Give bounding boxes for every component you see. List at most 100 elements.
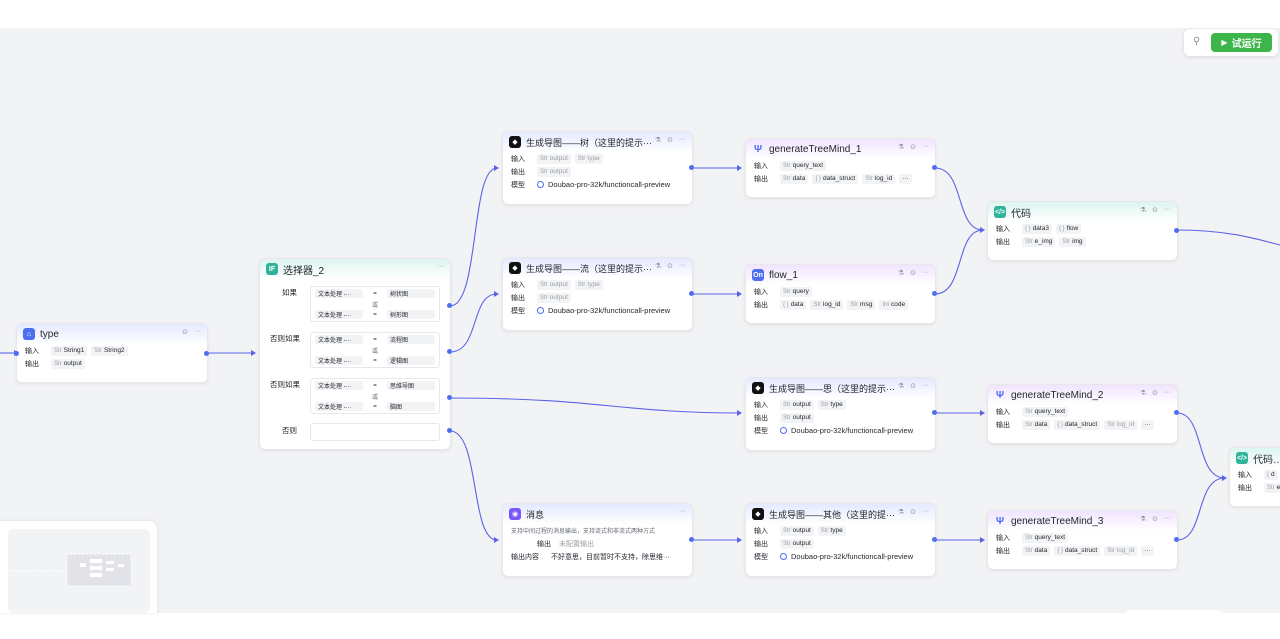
condition-right[interactable]: 树状图 [387,289,435,298]
debug-icon[interactable]: ⚗ [898,269,904,277]
port[interactable] [932,410,937,415]
output-var: output [549,168,568,175]
port[interactable] [447,395,452,400]
more-icon[interactable]: ··· [679,262,686,270]
workflow-icon: On [752,269,764,281]
wrench-icon[interactable]: ⚲ [1193,36,1200,47]
more-icon[interactable]: ··· [922,382,929,390]
content-label: 输出内容 [511,553,539,561]
input-var: String2 [103,347,125,354]
node-message[interactable]: ◉ 消息 ··· 支持中间过程的消息输出，支持流式和非流式两种方式 输出 未配置… [502,503,693,577]
condition-left[interactable]: 文本处理 -··· [315,335,363,344]
port[interactable] [932,165,937,170]
more-icon[interactable]: ··· [194,328,201,336]
settings-icon[interactable]: ⊙ [667,136,673,144]
node-generate-tree-mind-3[interactable]: Ψ generateTreeMind_3 ⚗ ⊙ ··· 输入 Str query_t… [987,510,1178,570]
or-label: 或 [371,303,378,309]
condition-left[interactable]: 文本处理 -··· [315,356,363,365]
port[interactable] [204,351,209,356]
input-var: query [792,288,809,295]
port[interactable] [447,428,452,433]
condition-right[interactable]: 逻辑图 [387,356,435,365]
settings-icon[interactable]: ⊙ [1152,515,1158,523]
more-icon[interactable]: ··· [922,269,929,277]
condition-group[interactable]: 文本处理 -··· = 思维导图 或 文本处理 -··· = 脑图 [310,378,440,414]
settings-icon[interactable]: ⊙ [910,143,916,151]
minimap[interactable] [0,521,157,613]
port[interactable] [447,303,452,308]
more-icon[interactable]: ··· [1164,206,1171,214]
bottom-control[interactable] [1126,610,1222,618]
settings-icon[interactable]: ⊙ [1152,206,1158,214]
plugin-icon: Ψ [995,389,1005,401]
port[interactable] [689,537,694,542]
llm-icon: ◆ [509,136,521,148]
condition-left[interactable]: 文本处理 -··· [315,289,363,298]
node-llm-other[interactable]: ◆ 生成导图——其他（这里的提··· ⚗ ⊙ ··· 输入 Str output St… [745,503,936,577]
output-var: code [891,301,906,308]
condition-right[interactable]: 思维导图 [387,381,435,390]
more-outputs[interactable]: ··· [1141,419,1154,430]
node-title: generateTreeMind_2 [1011,389,1104,401]
output-var: data [1034,547,1048,554]
node-selector[interactable]: IF 选择器_2 ··· 如果 文本处理 -··· = 树状图 或 文本处理 -··… [259,258,451,450]
settings-icon[interactable]: ⊙ [1152,389,1158,397]
run-button[interactable]: ▶ 试运行 [1211,33,1272,52]
port[interactable] [689,291,694,296]
settings-icon[interactable]: ⊙ [910,508,916,516]
output-var: data [792,175,806,182]
or-label: 或 [371,349,378,355]
node-llm-flow[interactable]: ◆ 生成导图——流（这里的提示··· ⚗ ⊙ ··· 输入 Str output St… [502,257,693,331]
node-code-1[interactable]: </> 代码_1 输入 {d 输出 Stre_ [1229,447,1280,507]
condition-left[interactable]: 文本处理 -··· [315,381,363,390]
settings-icon[interactable]: ⊙ [910,269,916,277]
more-icon[interactable]: ··· [679,136,686,144]
output-label: 输出 [754,301,768,309]
node-flow-1[interactable]: On flow_1 ⚗ ⊙ ··· 输入 Str query 输出 { } data S… [745,264,936,324]
more-icon[interactable]: ··· [1164,515,1171,523]
node-start-type[interactable]: ⌂ type ⊙ ··· 输入 Str String1 Str String2 输出 … [16,323,208,383]
more-icon[interactable]: ··· [437,263,444,270]
port[interactable] [14,351,19,356]
port[interactable] [1174,537,1179,542]
node-title: 代码_1 [1253,454,1280,466]
debug-icon[interactable]: ⚗ [1140,389,1146,397]
condition-left[interactable]: 文本处理 -··· [315,402,363,411]
node-generate-tree-mind-1[interactable]: Ψ generateTreeMind_1 ⚗ ⊙ ··· 输入 Str query_t… [745,138,936,198]
condition-right[interactable]: 树形图 [387,310,435,319]
debug-icon[interactable]: ⚗ [898,143,904,151]
debug-icon[interactable]: ⚗ [655,262,661,270]
port[interactable] [689,165,694,170]
settings-icon[interactable]: ⊙ [182,328,188,336]
node-generate-tree-mind-2[interactable]: Ψ generateTreeMind_2 ⚗ ⊙ ··· 输入 Str query_t… [987,384,1178,444]
model-icon [537,307,544,314]
more-outputs[interactable]: ··· [1141,545,1154,556]
port[interactable] [932,537,937,542]
settings-icon[interactable]: ⊙ [910,382,916,390]
more-icon[interactable]: ··· [922,508,929,516]
port[interactable] [932,291,937,296]
node-llm-mind[interactable]: ◆ 生成导图——思（这里的提示··· ⚗ ⊙ ··· 输入 Str output St… [745,377,936,451]
settings-icon[interactable]: ⊙ [667,262,673,270]
condition-left[interactable]: 文本处理 -··· [315,310,363,319]
port[interactable] [447,349,452,354]
debug-icon[interactable]: ⚗ [898,382,904,390]
more-icon[interactable]: ··· [922,143,929,151]
debug-icon[interactable]: ⚗ [655,136,661,144]
output-value: 未配置输出 [559,540,594,548]
port[interactable] [1174,228,1179,233]
condition-group[interactable]: 文本处理 -··· = 流程图 或 文本处理 -··· = 逻辑图 [310,332,440,368]
more-icon[interactable]: ··· [1164,389,1171,397]
condition-right[interactable]: 流程图 [387,335,435,344]
debug-icon[interactable]: ⚗ [1140,206,1146,214]
debug-icon[interactable]: ⚗ [898,508,904,516]
debug-icon[interactable]: ⚗ [1140,515,1146,523]
node-title: 生成导图——思（这里的提示··· [769,383,895,394]
condition-right[interactable]: 脑图 [387,402,435,411]
condition-group[interactable]: 文本处理 -··· = 树状图 或 文本处理 -··· = 树形图 [310,286,440,322]
node-code[interactable]: </> 代码 ⚗ ⊙ ··· 输入 { } data3 { } flow 输出 Str e… [987,201,1178,261]
port[interactable] [1174,410,1179,415]
more-icon[interactable]: ··· [679,508,686,515]
more-outputs[interactable]: ··· [899,173,912,184]
node-llm-tree[interactable]: ◆ 生成导图——树（这里的提示··· ⚗ ⊙ ··· 输入 Str output St… [502,131,693,205]
